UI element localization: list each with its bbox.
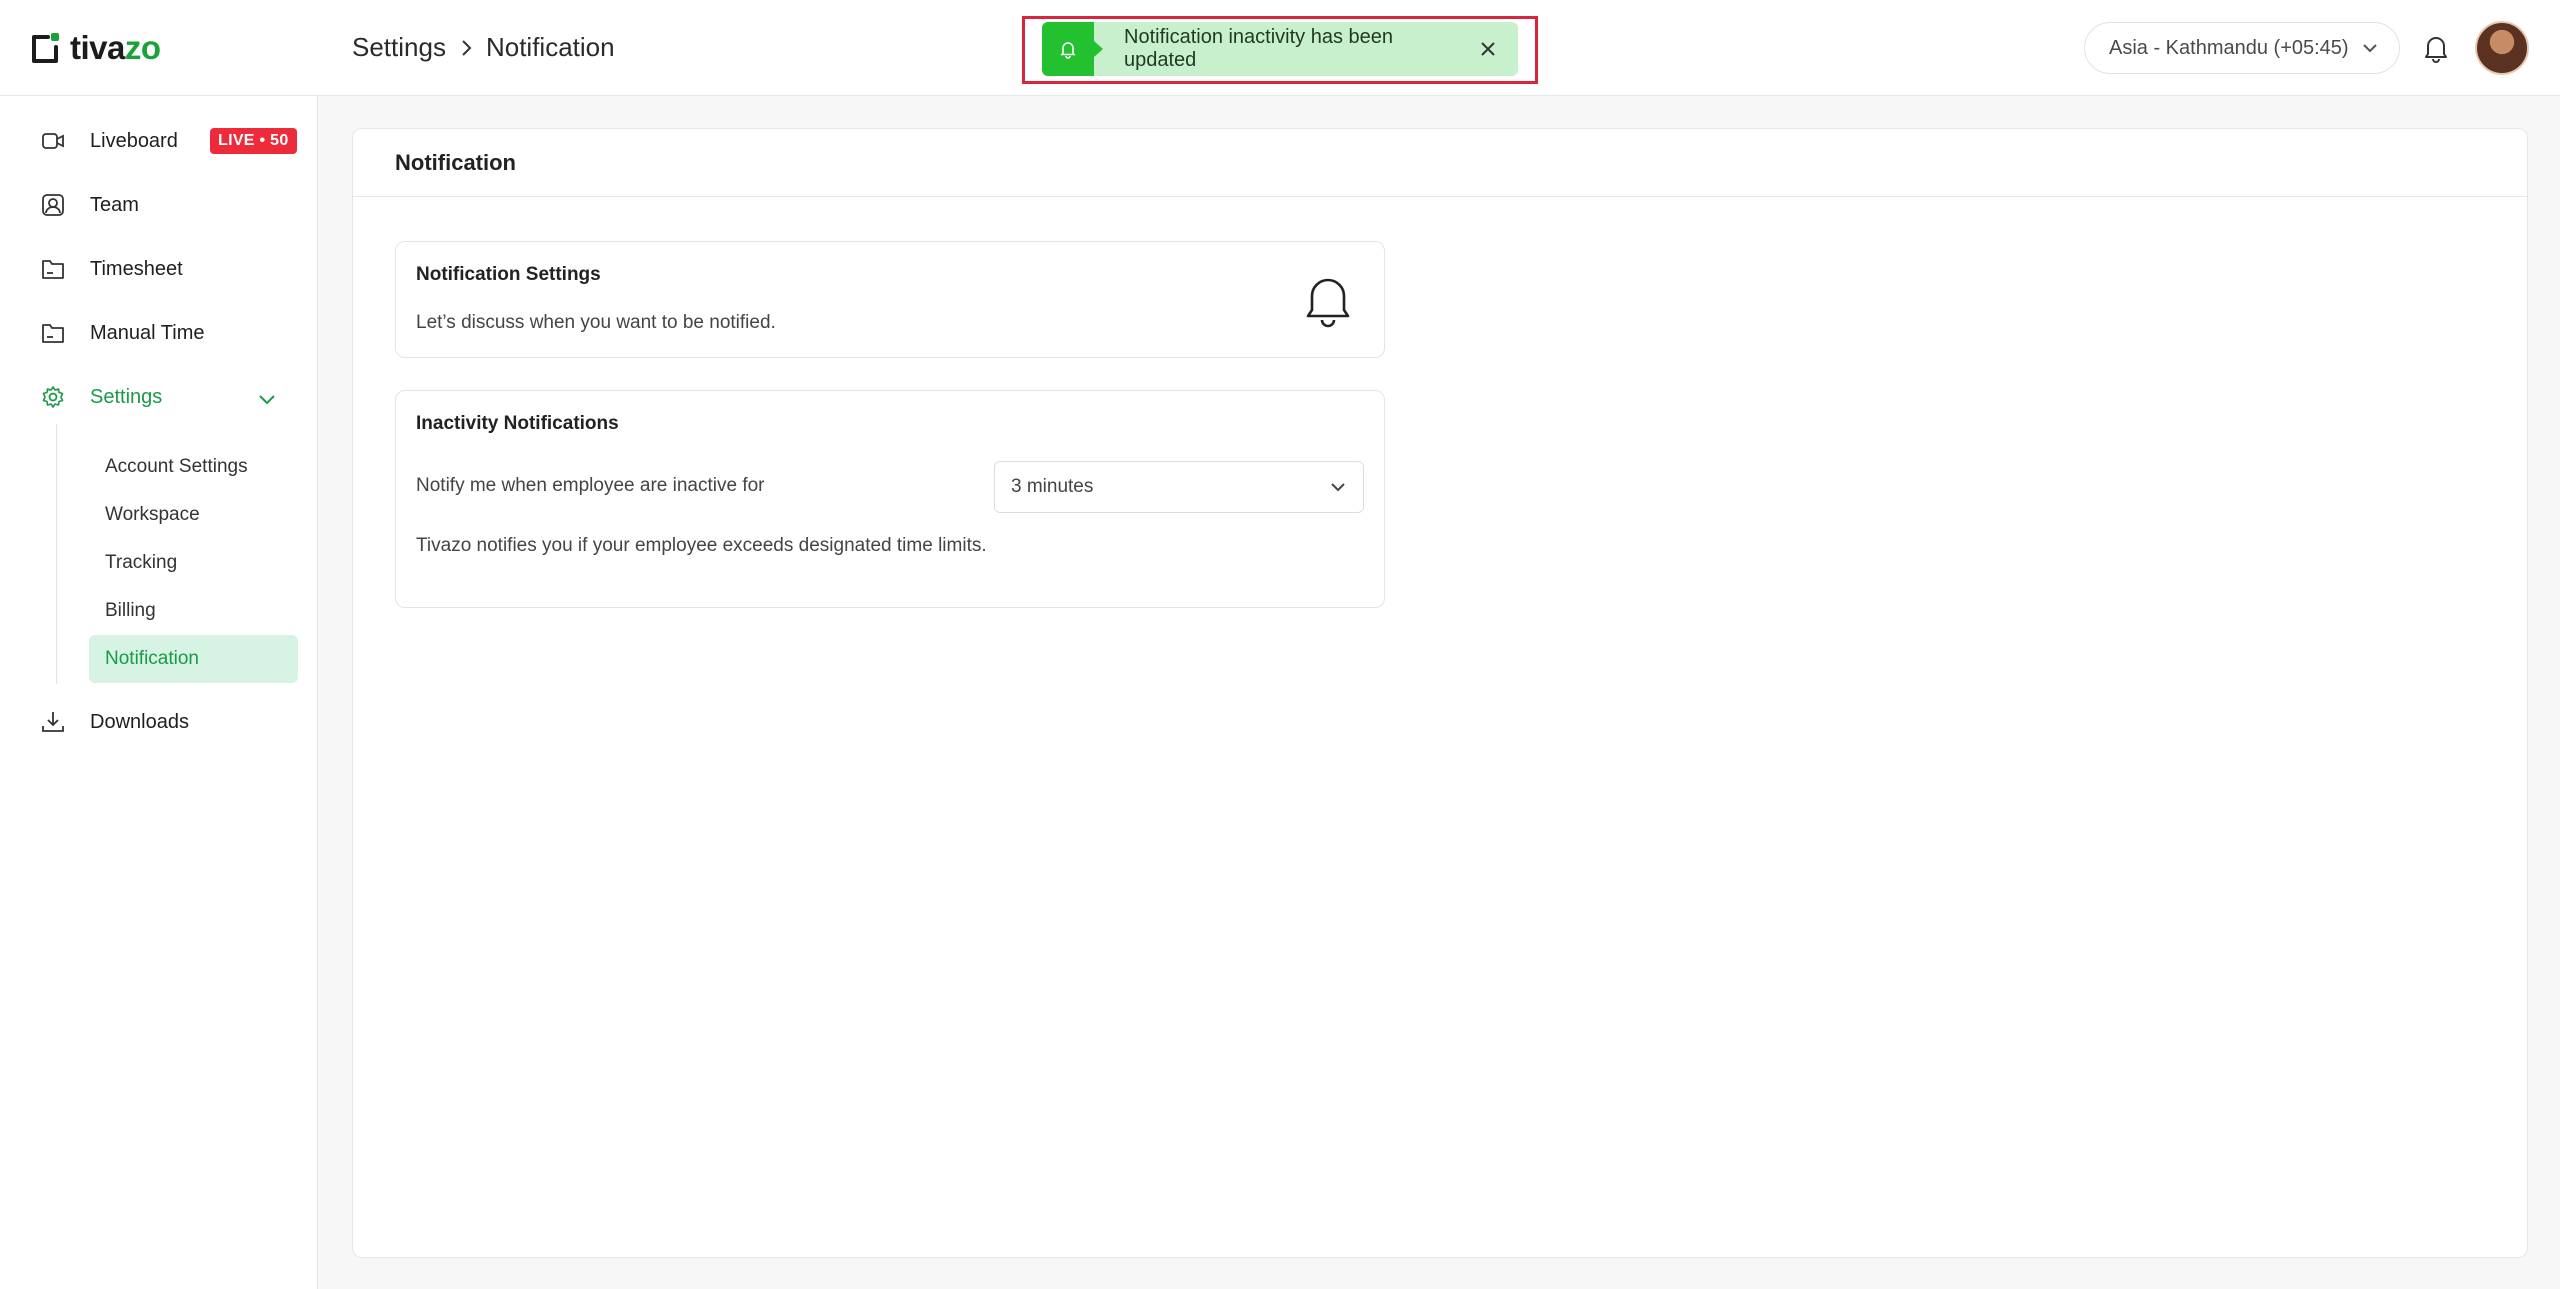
chevron-down-icon xyxy=(2362,44,2377,53)
breadcrumb-settings[interactable]: Settings xyxy=(352,32,446,63)
sidebar-item-label: Liveboard xyxy=(90,129,178,152)
sidebar-item-liveboard[interactable]: Liveboard xyxy=(40,121,178,161)
live-badge: LIVE • 50 xyxy=(210,128,297,154)
breadcrumb-current: Notification xyxy=(485,32,615,62)
toast-notification: Notification inactivity has been updated xyxy=(1042,22,1518,76)
chevron-down-icon[interactable] xyxy=(256,388,278,410)
logo-text: tivazo xyxy=(70,29,161,66)
logo[interactable]: tivazo xyxy=(30,28,161,68)
panel-title: Notification Settings xyxy=(416,264,601,285)
sidebar-subitem-workspace[interactable]: Workspace xyxy=(89,491,298,539)
sidebar-item-label: Downloads xyxy=(90,710,189,733)
close-icon xyxy=(1481,42,1495,56)
sidebar-item-settings[interactable]: Settings xyxy=(40,377,162,417)
folder-icon xyxy=(42,260,64,279)
sidebar-subitem-billing[interactable]: Billing xyxy=(89,587,298,635)
toast-close-button[interactable] xyxy=(1468,29,1508,69)
video-icon xyxy=(42,133,64,149)
panel-description: Let’s discuss when you want to be notifi… xyxy=(416,312,776,333)
sidebar-item-label: Team xyxy=(90,193,139,216)
toast-message: Notification inactivity has been updated xyxy=(1124,26,1394,71)
bell-icon xyxy=(2425,37,2447,63)
sidebar-item-downloads[interactable]: Downloads xyxy=(40,702,189,742)
user-icon xyxy=(42,194,64,216)
download-icon xyxy=(42,712,64,732)
notifications-button[interactable] xyxy=(2418,30,2454,66)
page-title: Notification xyxy=(353,129,2527,197)
gear-icon xyxy=(42,386,64,408)
bell-icon xyxy=(1306,278,1350,328)
sidebar-subitem-notification[interactable]: Notification xyxy=(89,635,298,683)
folder-icon xyxy=(42,324,64,343)
select-value: 3 minutes xyxy=(1011,476,1094,497)
sidebar-item-label: Timesheet xyxy=(90,257,183,280)
notification-settings-panel: Notification Settings Let’s discuss when… xyxy=(395,241,1385,358)
main-card: Notification Notification Settings Let’s… xyxy=(352,128,2528,1258)
logo-mark-icon xyxy=(32,33,59,63)
panel-title: Inactivity Notifications xyxy=(416,413,619,434)
sidebar-subitem-tracking[interactable]: Tracking xyxy=(89,539,298,587)
breadcrumb: Settings Notification xyxy=(352,32,615,63)
sidebar-item-manual-time[interactable]: Manual Time xyxy=(40,313,205,353)
inactivity-label: Notify me when employee are inactive for xyxy=(416,475,765,496)
bell-icon xyxy=(1060,42,1076,59)
inactivity-note: Tivazo notifies you if your employee exc… xyxy=(416,535,987,556)
submenu-guide-line xyxy=(56,424,57,684)
avatar[interactable] xyxy=(2475,21,2529,75)
chevron-down-icon xyxy=(1331,483,1345,492)
inactivity-duration-select[interactable]: 3 minutes xyxy=(994,461,1364,513)
sidebar-item-label: Manual Time xyxy=(90,321,205,344)
sidebar-item-timesheet[interactable]: Timesheet xyxy=(40,249,183,289)
chevron-right-icon xyxy=(458,38,474,58)
sidebar-item-team[interactable]: Team xyxy=(40,185,139,225)
toast-icon-box xyxy=(1042,22,1103,76)
timezone-select[interactable]: Asia - Kathmandu (+05:45) xyxy=(2084,22,2400,74)
sidebar-subitem-account-settings[interactable]: Account Settings xyxy=(89,443,298,491)
timezone-value: Asia - Kathmandu (+05:45) xyxy=(2109,36,2349,59)
sidebar-item-label: Settings xyxy=(90,385,163,408)
inactivity-notifications-panel: Inactivity Notifications Notify me when … xyxy=(395,390,1385,608)
